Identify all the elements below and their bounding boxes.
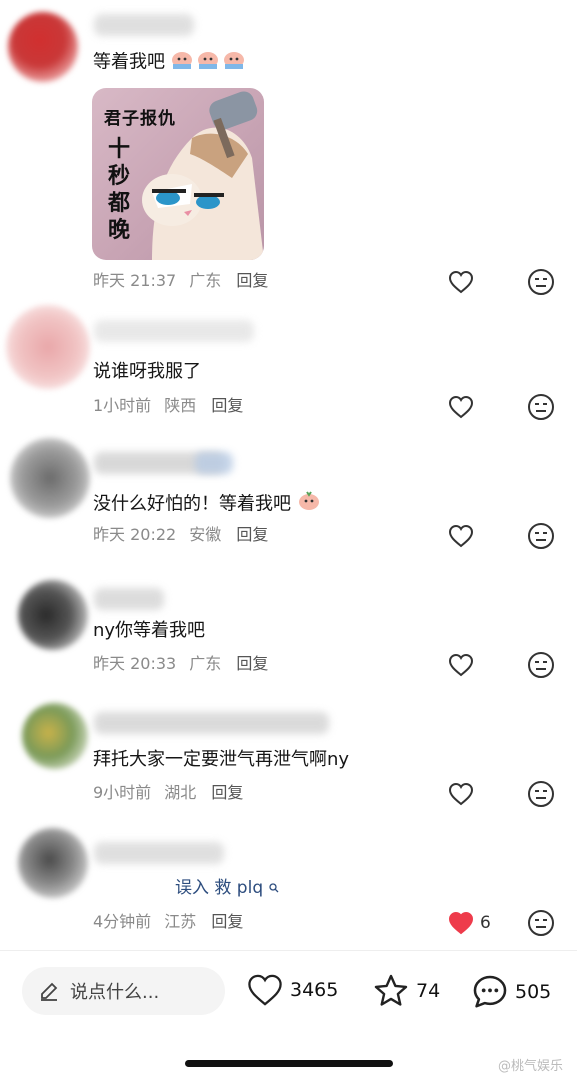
dislike-button[interactable]	[527, 268, 555, 296]
dislike-button[interactable]	[527, 522, 555, 550]
comment-meta: 4分钟前 江苏 回复	[93, 912, 243, 932]
dislike-button[interactable]	[527, 780, 555, 808]
reply-button[interactable]: 回复	[236, 654, 268, 673]
pig-emoji-icon	[171, 48, 247, 77]
comment-location: 湖北	[164, 783, 197, 802]
reply-button[interactable]: 回复	[236, 525, 268, 544]
avatar[interactable]	[22, 703, 88, 769]
star-outline-icon	[374, 974, 408, 1006]
avatar[interactable]	[6, 305, 90, 389]
heart-outline-icon	[448, 395, 474, 419]
comment-location: 江苏	[164, 912, 197, 931]
reply-button[interactable]: 回复	[211, 912, 243, 931]
username-blurred[interactable]	[94, 14, 194, 36]
username-blurred[interactable]	[94, 712, 329, 734]
like-button[interactable]	[448, 269, 476, 295]
like-button[interactable]	[448, 523, 476, 549]
comment-location: 广东	[189, 654, 222, 673]
favorite-button[interactable]: 74	[372, 973, 440, 1009]
search-icon	[268, 878, 279, 898]
sticker-caption: 君子报仇	[104, 109, 176, 129]
pig-emoji-icon	[297, 490, 321, 519]
comment-text-value: 没什么好怕的！等着我吧	[93, 493, 291, 515]
meh-face-icon	[528, 781, 554, 807]
reply-button[interactable]: 回复	[236, 271, 268, 290]
comment-time: 昨天 20:33	[93, 654, 177, 673]
heart-outline-icon	[448, 653, 474, 677]
like-total: 3465	[290, 979, 339, 1001]
comments-button[interactable]: 505	[471, 973, 551, 1011]
comment-meta: 昨天 20:22 安徽 回复	[93, 525, 268, 545]
meh-face-icon	[528, 523, 554, 549]
username-blurred[interactable]	[94, 588, 164, 610]
comment-text: 没什么好怕的！等着我吧	[93, 490, 321, 519]
comment-time: 4分钟前	[93, 912, 152, 931]
comment-time: 昨天 20:22	[93, 525, 177, 544]
reply-button[interactable]: 回复	[211, 396, 243, 415]
comment-location: 安徽	[189, 525, 222, 544]
comment-total: 505	[515, 981, 552, 1003]
pencil-icon	[41, 982, 58, 1001]
dislike-button[interactable]	[527, 651, 555, 679]
username-blurred[interactable]	[94, 320, 254, 342]
comment-text-value: 误入 救 plq	[175, 878, 264, 898]
comment-time: 1小时前	[93, 396, 152, 415]
comment-text: 说谁呀我服了	[93, 361, 201, 382]
username-blurred[interactable]	[94, 842, 224, 864]
meh-face-icon	[528, 652, 554, 678]
comment-meta: 昨天 20:33 广东 回复	[93, 654, 268, 674]
heart-outline-icon	[448, 782, 474, 806]
comment-time: 9小时前	[93, 783, 152, 802]
avatar[interactable]	[18, 580, 88, 650]
favorite-total: 74	[416, 980, 441, 1002]
comment-input[interactable]: 说点什么...	[22, 967, 225, 1015]
chat-bubble-icon	[473, 975, 507, 1008]
comment-meta: 9小时前 湖北 回复	[93, 783, 243, 803]
dislike-button[interactable]	[527, 393, 555, 421]
avatar[interactable]	[18, 828, 88, 898]
avatar[interactable]	[8, 12, 78, 82]
heart-outline-icon	[248, 974, 282, 1006]
comment-input-placeholder: 说点什么...	[70, 982, 160, 1003]
meh-face-icon	[528, 394, 554, 420]
home-indicator[interactable]	[185, 1060, 393, 1067]
reply-button[interactable]: 回复	[211, 783, 243, 802]
like-button[interactable]	[448, 652, 476, 678]
bottom-action-bar: 说点什么... 3465 74 505	[0, 950, 577, 1033]
like-count: 6	[480, 913, 491, 933]
sticker-vertical-text: 十秒都晚	[107, 137, 130, 243]
comment-location: 陕西	[164, 396, 197, 415]
like-post-button[interactable]: 3465	[246, 973, 338, 1007]
comment-location: 广东	[189, 271, 222, 290]
heart-filled-icon	[448, 911, 474, 935]
comment-text: 误入 救 plq	[175, 876, 279, 900]
comment-text-value: 等着我吧	[93, 51, 165, 73]
comment-meta: 昨天 21:37 广东 回复	[93, 271, 268, 291]
like-button[interactable]	[448, 394, 476, 420]
heart-outline-icon	[448, 270, 474, 294]
dislike-button[interactable]	[527, 909, 555, 937]
meh-face-icon	[528, 910, 554, 936]
username-badge-blurred	[195, 452, 233, 474]
comment-text: 拜托大家一定要泄气再泄气啊ny	[93, 749, 350, 770]
avatar[interactable]	[10, 438, 90, 518]
like-button[interactable]: 6	[448, 910, 498, 936]
comment-time: 昨天 21:37	[93, 271, 177, 290]
watermark: @桃气娱乐	[498, 1059, 564, 1074]
comment-text: 等着我吧	[93, 48, 247, 77]
comment-text: ny你等着我吧	[93, 620, 206, 641]
comment-meta: 1小时前 陕西 回复	[93, 396, 243, 416]
meh-face-icon	[528, 269, 554, 295]
sticker-image[interactable]: 君子报仇 十秒都晚	[92, 88, 264, 260]
heart-outline-icon	[448, 524, 474, 548]
like-button[interactable]	[448, 781, 476, 807]
